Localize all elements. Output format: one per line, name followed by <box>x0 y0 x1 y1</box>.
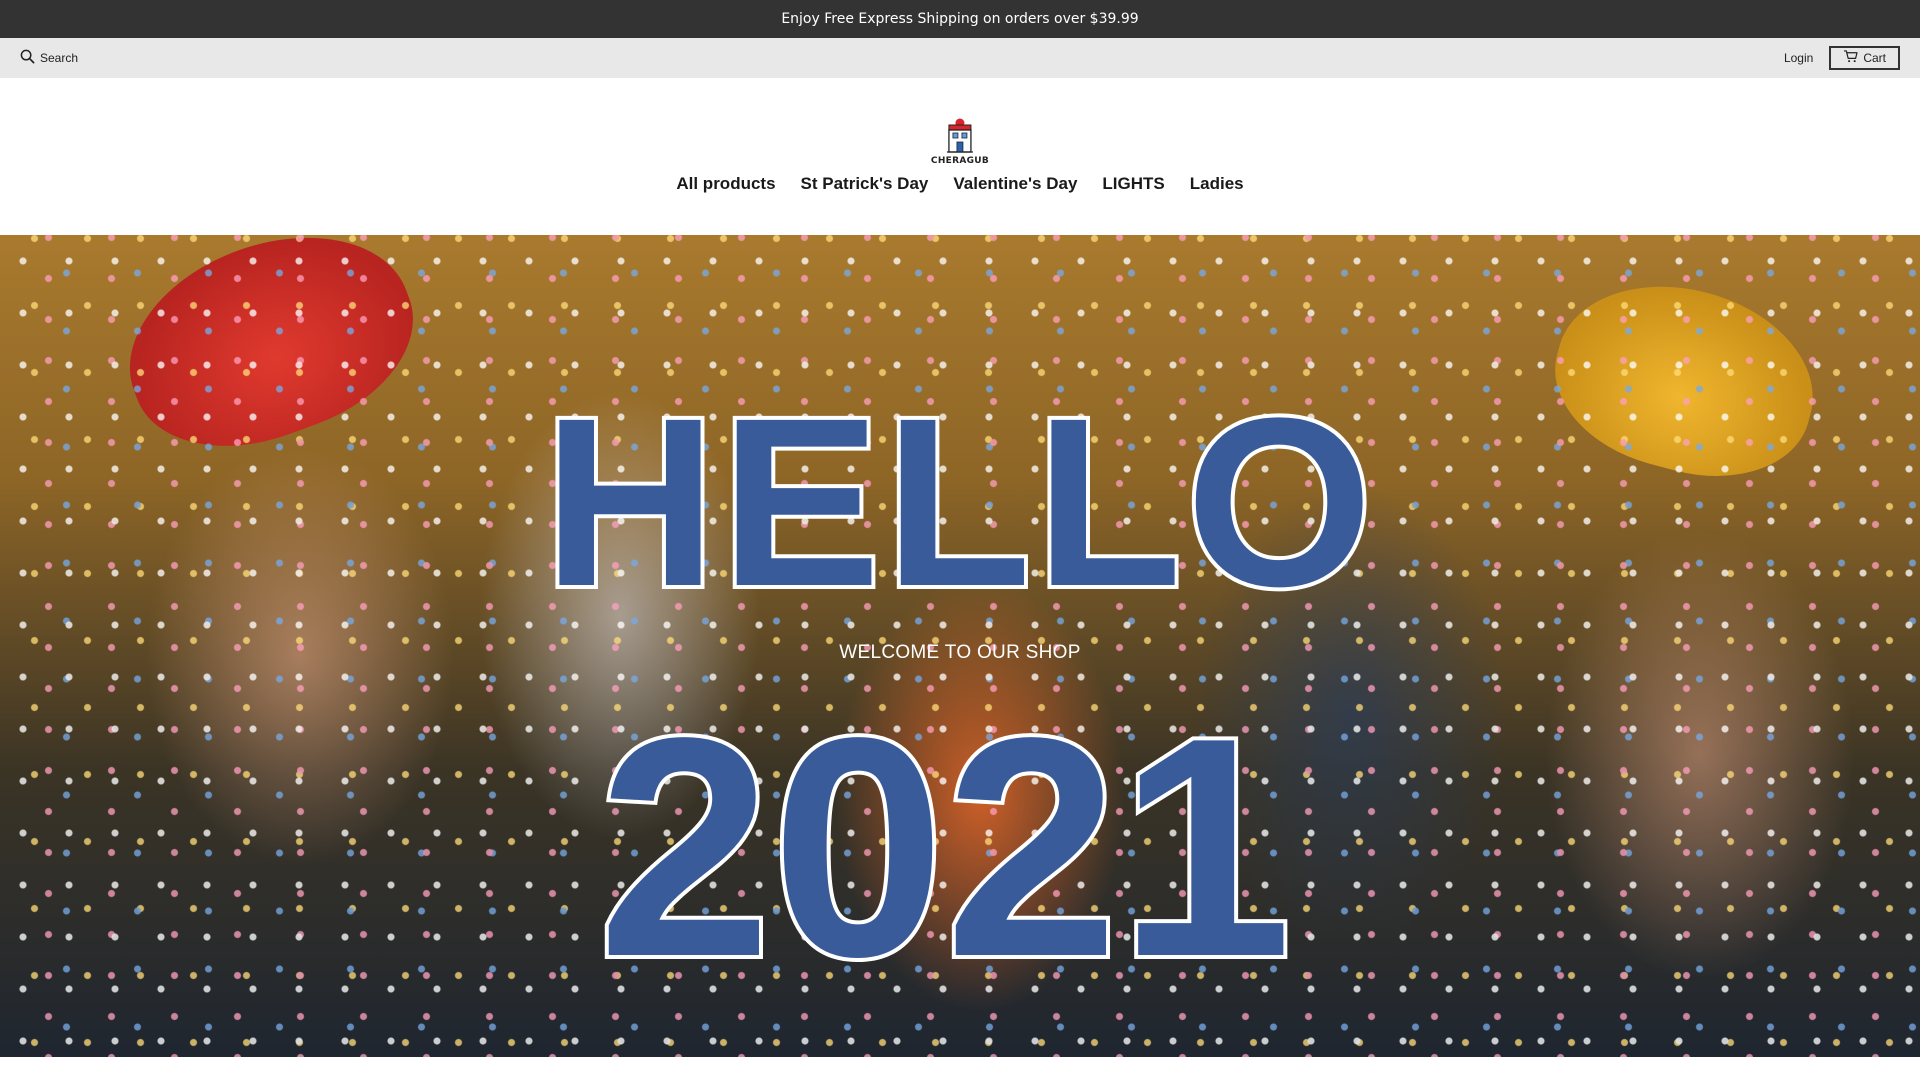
hero-banner[interactable]: HELLO 2021 WELCOME TO OUR SHOP <box>0 235 1920 1057</box>
logo-text: CHERAGUB <box>930 156 990 166</box>
hero-headline: HELLO <box>543 368 1376 636</box>
search-button[interactable]: Search <box>20 49 78 67</box>
nav-item-ladies[interactable]: Ladies <box>1190 174 1244 194</box>
utility-bar: Search Login Cart <box>0 38 1920 78</box>
nav-item-all-products[interactable]: All products <box>676 174 775 194</box>
header: CHERAGUB All products St Patrick's Day V… <box>0 78 1920 235</box>
nav-item-lights[interactable]: LIGHTS <box>1102 174 1164 194</box>
announcement-text: Enjoy Free Express Shipping on orders ov… <box>781 11 1139 27</box>
cart-button[interactable]: Cart <box>1829 46 1900 70</box>
search-label: Search <box>40 51 79 65</box>
announcement-bar: Enjoy Free Express Shipping on orders ov… <box>0 0 1920 38</box>
nav-item-st-patricks-day[interactable]: St Patrick's Day <box>801 174 929 194</box>
main-nav: All products St Patrick's Day Valentine'… <box>0 174 1920 194</box>
hero-subheadline: WELCOME TO OUR SHOP <box>839 642 1081 663</box>
hero-year: 2021 <box>598 674 1292 1022</box>
hero-text-overlay: HELLO 2021 WELCOME TO OUR SHOP <box>0 235 1920 1057</box>
storefront-logo-icon <box>946 118 973 153</box>
login-link[interactable]: Login <box>1784 51 1813 65</box>
cart-icon <box>1843 50 1858 66</box>
search-icon <box>20 49 35 67</box>
nav-item-valentines-day[interactable]: Valentine's Day <box>953 174 1077 194</box>
cart-label: Cart <box>1863 51 1886 65</box>
store-logo[interactable]: CHERAGUB <box>931 118 989 166</box>
